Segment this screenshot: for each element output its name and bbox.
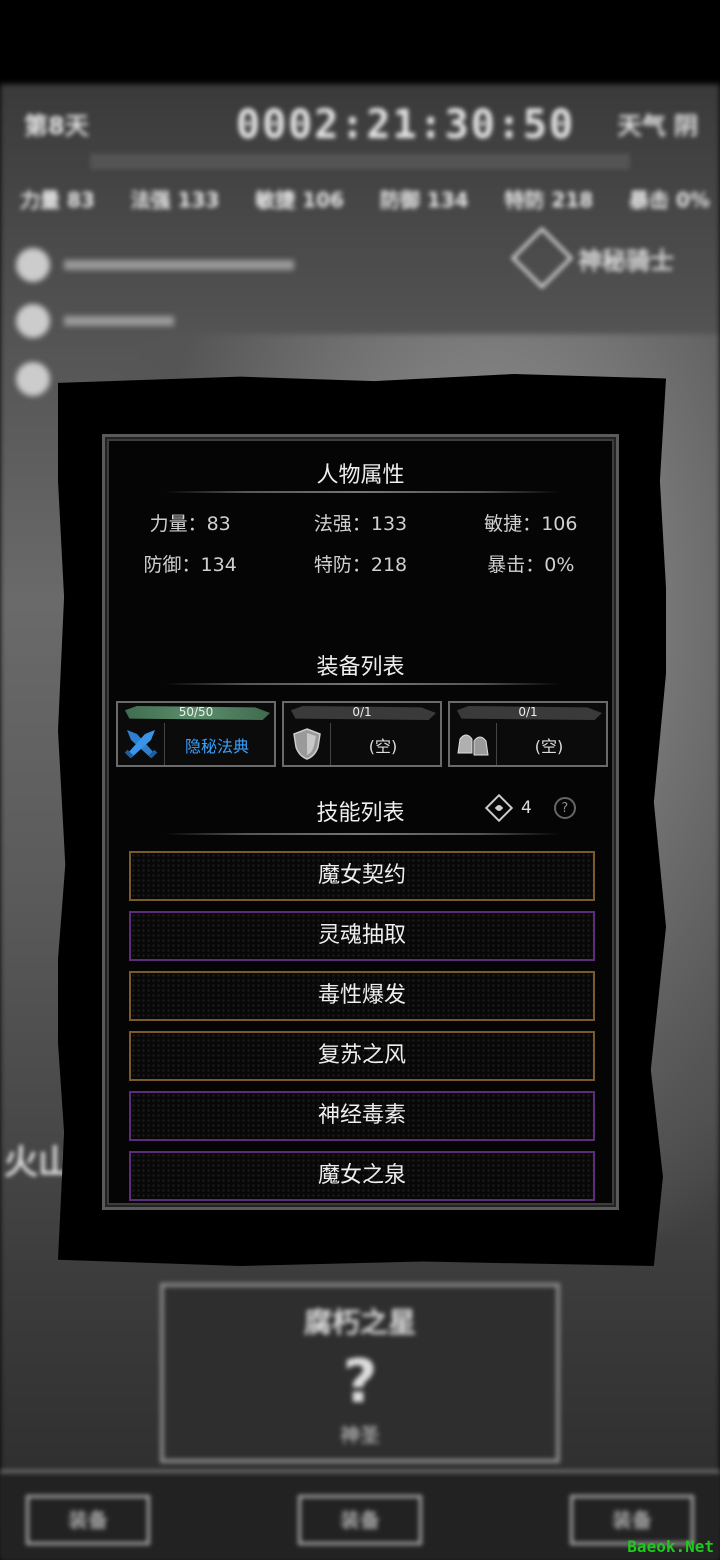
attributes-grid: 力量：83 法强：133 敏捷：106 防御：134 特防：218 暴击：0%	[105, 509, 616, 577]
crossed-icon	[16, 362, 50, 396]
hud-stats: 力量 83 法强 133 敏捷 106 防御 134 特防 218 暴击 0%	[20, 184, 710, 213]
heart-icon	[16, 248, 50, 282]
skill-item[interactable]: 毒性爆发	[129, 971, 595, 1021]
durability-count: 50/50	[178, 705, 214, 719]
equip-slot-weapon[interactable]: 50/50 隐秘法典	[116, 701, 276, 767]
role-badge: 神秘骑士	[510, 226, 674, 290]
attr-defense: 防御：134	[143, 554, 237, 576]
skill-list: 魔女契约 灵魂抽取 毒性爆发 复苏之风 神经毒素 魔女之泉	[129, 851, 595, 1211]
equip-name: (空)	[368, 737, 398, 756]
card-subtitle: 神圣	[340, 1423, 380, 1447]
slot-divider	[330, 723, 331, 765]
attributes-divider	[165, 491, 560, 493]
skill-item[interactable]: 神经毒素	[129, 1091, 595, 1141]
day-label: 第8天	[24, 112, 89, 140]
hud-stat: 力量 83	[20, 188, 95, 212]
skills-divider	[165, 833, 560, 835]
equipment-divider	[165, 683, 560, 685]
attributes-title: 人物属性	[316, 463, 405, 488]
hud-stat: 防御 134	[379, 188, 469, 212]
hp-bar	[64, 260, 294, 270]
hp-row	[16, 248, 294, 282]
role-name: 神秘骑士	[578, 246, 674, 275]
attr-magic: 法强：133	[313, 513, 408, 535]
bottom-button: 装备	[298, 1495, 422, 1545]
attr-magic-defense: 特防：218	[313, 554, 408, 576]
background-card: 腐朽之星 ? 神圣	[160, 1283, 560, 1463]
slot-divider	[164, 723, 165, 765]
area-label: 火山	[4, 1143, 72, 1183]
background-bottom-bar: 装备 装备 装备	[0, 1470, 720, 1560]
arm-icon	[16, 304, 50, 338]
skill-item[interactable]: 魔女之泉	[129, 1151, 595, 1201]
skill-item[interactable]: 灵魂抽取	[129, 911, 595, 961]
character-panel: 人物属性 力量：83 法强：133 敏捷：106 防御：134 特防：218 暴…	[102, 434, 619, 1210]
skill-point-icon	[484, 793, 514, 823]
role-diamond-icon	[510, 226, 574, 290]
skill-row	[16, 362, 50, 396]
card-title: 腐朽之星	[303, 1306, 416, 1339]
card-question-mark: ?	[342, 1347, 378, 1417]
hud-stat: 特防 218	[504, 188, 594, 212]
bottom-button: 装备	[26, 1495, 150, 1545]
skill-item[interactable]: 魔女契约	[129, 851, 595, 901]
attr-strength: 力量：83	[149, 513, 231, 535]
durability-count: 0/1	[518, 705, 538, 719]
slot-divider	[496, 723, 497, 765]
crossed-swords-icon	[122, 725, 160, 763]
boots-icon	[454, 725, 492, 763]
shield-icon	[288, 725, 326, 763]
equip-name: (空)	[534, 737, 564, 756]
equipment-row: 50/50 隐秘法典 0/1 (空) 0/1 (空)	[116, 701, 608, 769]
watermark: Baeok.Net	[627, 1537, 714, 1556]
equipment-title: 装备列表	[316, 655, 405, 680]
skill-points: 4 ?	[484, 793, 576, 823]
hud-stat: 敏捷 106	[255, 188, 344, 212]
strength-row	[16, 304, 174, 338]
weather-label: 天气 阴	[617, 112, 698, 140]
attr-crit: 暴击：0%	[487, 554, 575, 576]
equip-slot-armor[interactable]: 0/1 (空)	[282, 701, 442, 767]
help-icon[interactable]: ?	[553, 797, 576, 819]
hud-stat: 暴击 0%	[629, 188, 710, 212]
skill-point-count: 4	[521, 798, 532, 818]
skill-item[interactable]: 复苏之风	[129, 1031, 595, 1081]
hud-divider	[90, 154, 630, 168]
durability-count: 0/1	[352, 705, 372, 719]
equip-slot-accessory[interactable]: 0/1 (空)	[448, 701, 608, 767]
attr-agility: 敏捷：106	[484, 513, 578, 535]
hud-stat: 法强 133	[130, 188, 220, 212]
game-clock: 0002:21:30:50	[236, 102, 576, 148]
strength-bar	[64, 316, 174, 326]
equip-name: 隐秘法典	[184, 737, 249, 756]
background-top-hud: 第8天 0002:21:30:50 天气 阴 力量 83 法强 133 敏捷 1…	[0, 84, 720, 234]
